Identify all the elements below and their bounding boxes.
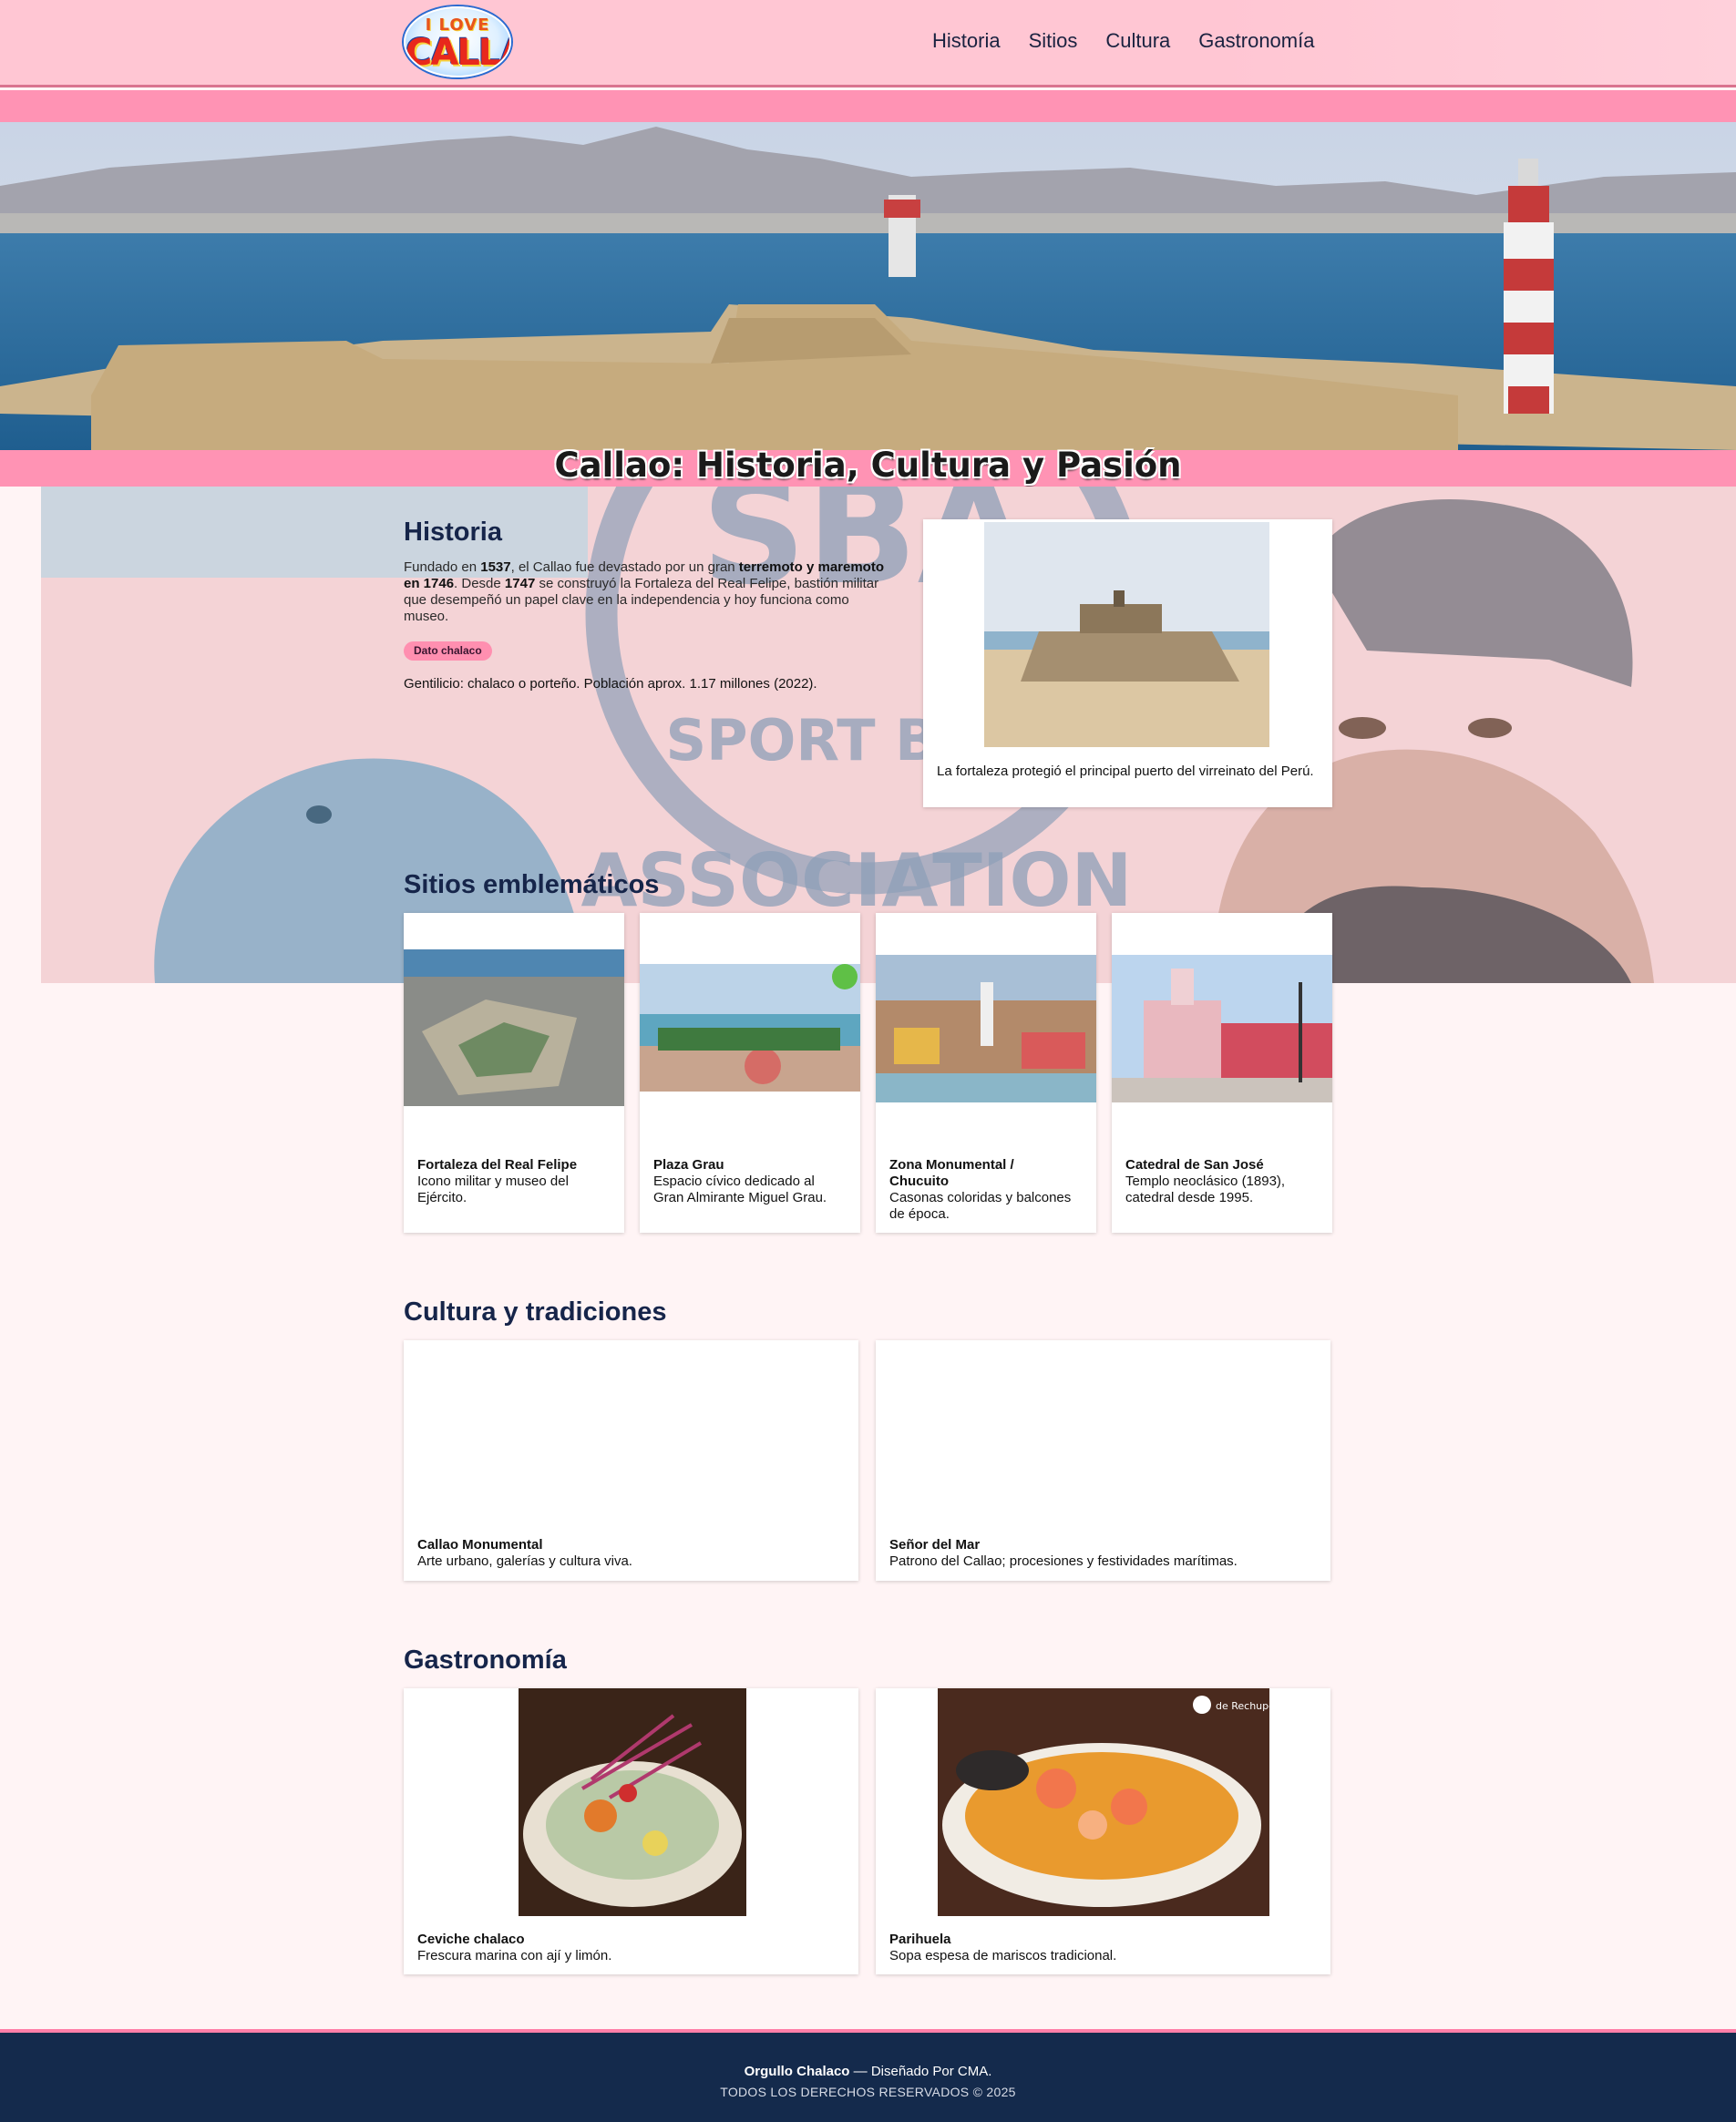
site-footer: Orgullo Chalaco — Diseñado Por CMA. TODO… — [0, 2029, 1736, 2122]
main-nav: Historia Sitios Cultura Gastronomía — [932, 29, 1314, 53]
parihuela-photo: de Rechupete — [938, 1688, 1269, 1916]
food-desc: Sopa espesa de mariscos tradicional. — [889, 1948, 1117, 1963]
historia-text-a: Fundado en — [404, 559, 481, 575]
gentilicio-text: Gentilicio: chalaco o porteño. Población… — [404, 676, 817, 692]
site-desc: Espacio cívico dedicado al Gran Almirant… — [653, 1174, 827, 1205]
historia-title: Historia — [404, 518, 502, 547]
site-title: Fortaleza del Real Felipe — [417, 1157, 578, 1173]
footer-designer: — Diseñado Por CMA. — [849, 2064, 992, 2079]
gastronomia-title: Gastronomía — [404, 1645, 567, 1675]
food-card-parihuela[interactable]: de Rechupete Parihuela Sopa espesa de ma… — [876, 1688, 1330, 1974]
food-desc: Frescura marina con ají y limón. — [417, 1948, 612, 1963]
historia-figure-caption: La fortaleza protegió el principal puert… — [937, 764, 1314, 779]
dato-badge: Dato chalaco — [404, 641, 492, 661]
footer-brand: Orgullo Chalaco — [744, 2064, 850, 2079]
nav-cultura[interactable]: Cultura — [1105, 29, 1170, 53]
catedral-photo — [1112, 955, 1332, 1102]
food-card-ceviche[interactable]: Ceviche chalaco Frescura marina con ají … — [404, 1688, 858, 1974]
site-card-real-felipe[interactable]: Fortaleza del Real Felipe Icono militar … — [404, 913, 624, 1233]
nav-sitios[interactable]: Sitios — [1029, 29, 1078, 53]
footer-rights: TODOS LOS DERECHOS RESERVADOS © 2025 — [720, 2085, 1016, 2099]
culture-desc: Arte urbano, galerías y cultura viva. — [417, 1553, 632, 1569]
ceviche-photo — [519, 1688, 746, 1916]
culture-title: Señor del Mar — [889, 1537, 981, 1553]
site-title: Catedral de San José — [1125, 1157, 1264, 1173]
footer-credit: Orgullo Chalaco — Diseñado Por CMA. — [0, 2064, 1736, 2079]
site-card-plaza-grau[interactable]: Plaza Grau Espacio cívico dedicado al Gr… — [640, 913, 860, 1233]
logo-line2: CALLAO — [406, 32, 509, 74]
historia-figure: La fortaleza protegió el principal puert… — [923, 519, 1332, 807]
site-desc: Icono militar y museo del Ejército. — [417, 1174, 569, 1205]
fortress-photo — [984, 522, 1269, 747]
nav-historia[interactable]: Historia — [932, 29, 1001, 53]
association-text: ASSOCIATION — [580, 838, 1132, 923]
historia-paragraph: Fundado en 1537, el Callao fue devastado… — [404, 559, 889, 625]
food-title: Parihuela — [889, 1932, 951, 1947]
sitios-title: Sitios emblemáticos — [404, 870, 660, 899]
site-header: I LOVE CALLAO Historia Sitios Cultura Ga… — [0, 0, 1736, 87]
cultura-title: Cultura y tradiciones — [404, 1297, 667, 1327]
site-card-zona-monumental[interactable]: Zona Monumental / Chucuito Casonas color… — [876, 913, 1096, 1233]
recipe-watermark: de Rechupete — [1216, 1700, 1269, 1712]
header-accent-bar — [0, 90, 1736, 122]
site-card-catedral[interactable]: Catedral de San José Templo neoclásico (… — [1112, 913, 1332, 1233]
culture-card-senor-del-mar[interactable]: Señor del Mar Patrono del Callao; proces… — [876, 1340, 1330, 1581]
site-title: Plaza Grau — [653, 1157, 724, 1173]
culture-title: Callao Monumental — [417, 1537, 543, 1553]
real-felipe-photo — [404, 949, 624, 1106]
zona-monumental-photo — [876, 955, 1096, 1102]
site-logo[interactable]: I LOVE CALLAO — [404, 6, 511, 77]
site-desc: Templo neoclásico (1893), catedral desde… — [1125, 1174, 1286, 1205]
historia-text-b: , el Callao fue devastado por un gran — [510, 559, 739, 575]
hero-image — [0, 122, 1736, 450]
historia-year-1: 1537 — [480, 559, 511, 575]
food-title: Ceviche chalaco — [417, 1932, 525, 1947]
culture-desc: Patrono del Callao; procesiones y festiv… — [889, 1553, 1238, 1569]
nav-gastronomia[interactable]: Gastronomía — [1198, 29, 1314, 53]
hero-title: Callao: Historia, Cultura y Pasión — [554, 446, 1182, 485]
historia-text-c: . Desde — [454, 576, 505, 591]
historia-year-2: 1747 — [504, 576, 536, 591]
culture-card-callao-monumental[interactable]: Callao Monumental Arte urbano, galerías … — [404, 1340, 858, 1581]
site-title: Zona Monumental / Chucuito — [889, 1157, 1014, 1189]
site-desc: Casonas coloridas y balcones de época. — [889, 1190, 1072, 1222]
plaza-grau-photo — [640, 964, 860, 1092]
